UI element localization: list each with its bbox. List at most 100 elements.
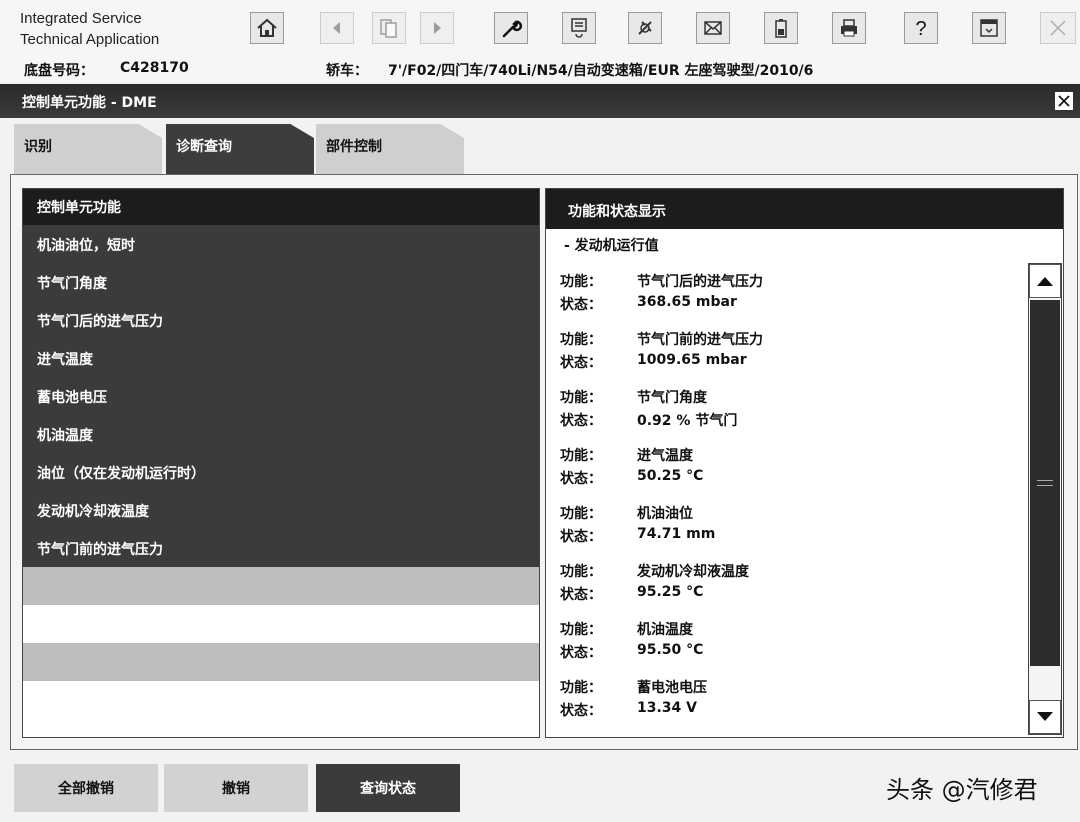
pages-button[interactable] bbox=[372, 12, 406, 44]
app-title: Integrated Service Technical Application bbox=[20, 8, 159, 50]
function-row-label: 功能： bbox=[560, 448, 602, 464]
close-icon bbox=[1050, 20, 1066, 36]
tab-diagnostic-query[interactable]: 诊断查询 bbox=[166, 124, 314, 174]
print-button[interactable] bbox=[832, 12, 866, 44]
status-row-value: 50.25 °C bbox=[637, 468, 704, 484]
status-row: 状态： 95.50 °C bbox=[560, 640, 1020, 663]
help-button[interactable]: ? bbox=[904, 12, 938, 44]
status-row-label: 状态： bbox=[560, 645, 602, 661]
status-row: 状态： 1009.65 mbar bbox=[560, 350, 1020, 373]
function-row-label: 功能： bbox=[560, 506, 602, 522]
function-list-item[interactable]: 进气温度 bbox=[23, 339, 539, 377]
function-row-value: 进气温度 bbox=[637, 448, 693, 464]
scroll-down-button[interactable] bbox=[1029, 700, 1061, 734]
status-row-label: 状态： bbox=[560, 529, 602, 545]
status-entry: 功能： 蓄电池电压 状态： 13.34 V bbox=[560, 675, 1020, 733]
status-entry: 功能： 节气门后的进气压力状态： 368.65 mbar bbox=[560, 269, 1020, 327]
cancel-button[interactable]: 撤销 bbox=[164, 764, 308, 812]
scroll-thumb[interactable] bbox=[1030, 300, 1060, 666]
help-icon: ? bbox=[915, 18, 926, 40]
forward-button[interactable] bbox=[420, 12, 454, 44]
function-row: 功能： 进气温度 bbox=[560, 443, 1020, 466]
window-title: 控制单元功能 - DME bbox=[22, 95, 157, 111]
empty-list-row bbox=[23, 567, 539, 605]
status-row: 状态： 368.65 mbar bbox=[560, 292, 1020, 315]
section-title: - 发动机运行值 bbox=[564, 238, 659, 254]
function-row-label: 功能： bbox=[560, 274, 602, 290]
back-button[interactable] bbox=[320, 12, 354, 44]
function-row: 功能： 机油油位 bbox=[560, 501, 1020, 524]
status-entry: 功能： 发动机冷却液温度 状态： 95.25 °C bbox=[560, 559, 1020, 617]
tab-component-control[interactable]: 部件控制 bbox=[316, 124, 464, 174]
function-row-label: 功能： bbox=[560, 390, 602, 406]
window-icon bbox=[980, 19, 998, 37]
battery-icon bbox=[775, 19, 787, 38]
status-row: 状态： 13.34 V bbox=[560, 698, 1020, 721]
scroll-up-button[interactable] bbox=[1029, 264, 1061, 298]
function-list-item[interactable]: 节气门前的进气压力 bbox=[23, 529, 539, 567]
cancel-all-button[interactable]: 全部撤销 bbox=[14, 764, 158, 812]
arrow-down-icon bbox=[1037, 712, 1053, 721]
wrench-icon bbox=[502, 19, 523, 38]
battery-button[interactable] bbox=[764, 12, 798, 44]
status-row-label: 状态： bbox=[560, 413, 602, 429]
window-button[interactable] bbox=[972, 12, 1006, 44]
messages-button[interactable] bbox=[696, 12, 730, 44]
window-close-button[interactable] bbox=[1054, 91, 1074, 111]
status-row-label: 状态： bbox=[560, 471, 602, 487]
tab-label: 识别 bbox=[24, 139, 52, 155]
car-description: 7'/F02/四门车/740Li/N54/自动变速箱/EUR 左座驾驶型/201… bbox=[388, 63, 814, 79]
function-row-value: 蓄电池电压 bbox=[637, 680, 707, 696]
chassis-label: 底盘号码： bbox=[24, 63, 94, 79]
watermark: 头条 @汽修君 bbox=[886, 776, 1038, 804]
status-row-value: 74.71 mm bbox=[637, 526, 716, 542]
service-functions-button[interactable] bbox=[494, 12, 528, 44]
status-entry: 功能： 节气门角度 状态： 0.92 % 节气门 bbox=[560, 385, 1020, 443]
function-row: 功能： 发动机冷却液温度 bbox=[560, 559, 1020, 582]
vehicle-info-bar: 底盘号码： C428170 轿车： 7'/F02/四门车/740Li/N54/自… bbox=[0, 58, 1080, 82]
status-entry: 功能： 机油温度 状态： 95.50 °C bbox=[560, 617, 1020, 675]
function-row-value: 机油温度 bbox=[637, 622, 693, 638]
status-display-panel: 功能和状态显示 - 发动机运行值 功能： 节气门后的进气压力状态： 368.65 m… bbox=[545, 188, 1064, 738]
status-row-label: 状态： bbox=[560, 297, 602, 313]
home-button[interactable] bbox=[250, 12, 284, 44]
close-icon bbox=[1058, 95, 1070, 107]
function-list-item[interactable]: 机油温度 bbox=[23, 415, 539, 453]
function-row: 功能： 蓄电池电压 bbox=[560, 675, 1020, 698]
function-row-label: 功能： bbox=[560, 332, 602, 348]
status-row: 状态： 50.25 °C bbox=[560, 466, 1020, 489]
app-title-line2: Technical Application bbox=[20, 31, 160, 48]
function-list-item[interactable]: 油位（仅在发动机运行时） bbox=[23, 453, 539, 491]
vertical-scrollbar[interactable] bbox=[1028, 263, 1062, 735]
panel-header: 控制单元功能 bbox=[23, 189, 539, 225]
function-row-value: 机油油位 bbox=[637, 506, 693, 522]
function-row-value: 节气门后的进气压力 bbox=[637, 274, 763, 290]
checklist-button[interactable] bbox=[562, 12, 596, 44]
function-list-item[interactable]: 机油油位，短时 bbox=[23, 225, 539, 263]
function-list-item[interactable]: 节气门角度 bbox=[23, 263, 539, 301]
status-list: 功能： 节气门后的进气压力 状态： 368.65 mbar 功能： 节气门前的进气压力 状态… bbox=[560, 269, 1020, 733]
tab-label: 部件控制 bbox=[326, 139, 382, 155]
function-row: 功能： 机油温度 bbox=[560, 617, 1020, 640]
printer-icon bbox=[841, 19, 857, 37]
query-status-button[interactable]: 查询状态 bbox=[316, 764, 460, 812]
app-title-line1: Integrated Service bbox=[20, 10, 142, 27]
function-row: 功能： 节气门角度 bbox=[560, 385, 1020, 408]
status-row-value: 95.25 °C bbox=[637, 584, 704, 600]
svg-text:?: ? bbox=[915, 18, 926, 40]
status-row: 状态： 95.25 °C bbox=[560, 582, 1020, 605]
function-list-item[interactable]: 蓄电池电压 bbox=[23, 377, 539, 415]
function-list-item[interactable]: 发动机冷却液温度 bbox=[23, 491, 539, 529]
back-icon bbox=[333, 22, 340, 34]
empty-list-row bbox=[23, 643, 539, 681]
home-icon bbox=[257, 18, 277, 37]
forward-icon bbox=[434, 22, 441, 34]
exit-button[interactable] bbox=[1040, 12, 1076, 44]
function-list-item[interactable]: 节气门后的进气压力 bbox=[23, 301, 539, 339]
tab-identification[interactable]: 识别 bbox=[14, 124, 162, 174]
connection-button[interactable] bbox=[628, 12, 662, 44]
status-row: 状态： 0.92 % 节气门 bbox=[560, 408, 1020, 431]
panel-header: 功能和状态显示 bbox=[546, 189, 1063, 229]
car-label: 轿车： bbox=[326, 63, 368, 79]
window-header: 控制单元功能 - DME bbox=[0, 84, 1080, 118]
